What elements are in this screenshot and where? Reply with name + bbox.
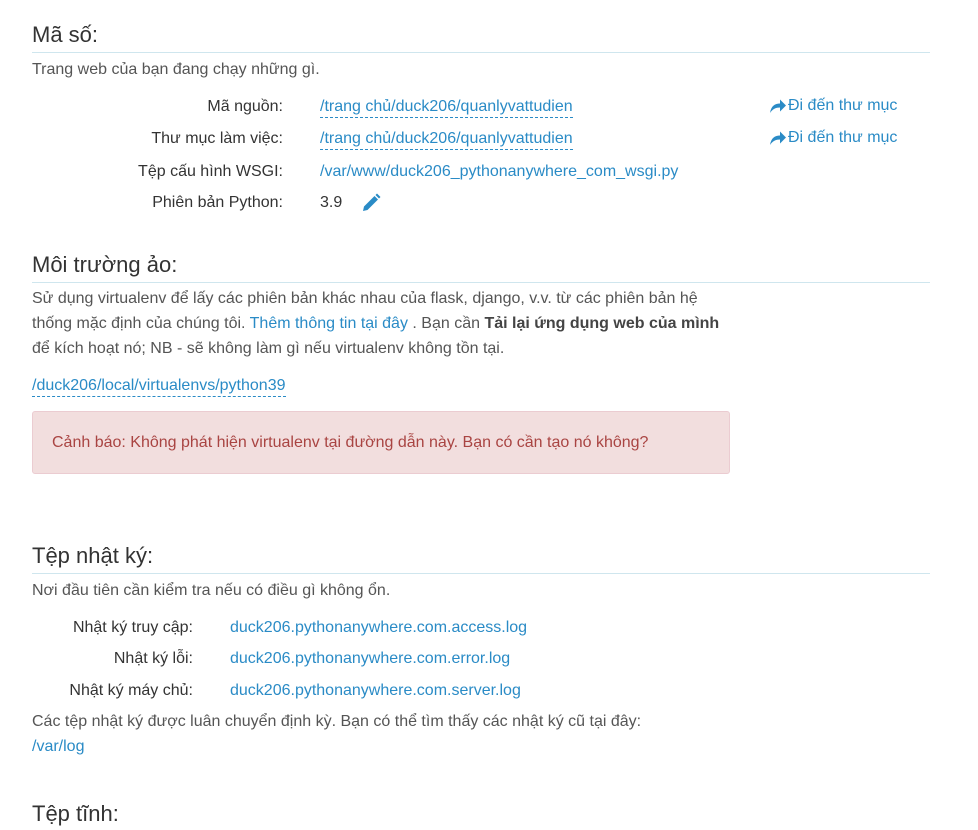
share-arrow-icon <box>770 131 786 145</box>
virtualenv-warning-text: Cảnh báo: Không phát hiện virtualenv tại… <box>52 434 649 451</box>
server-log-link[interactable]: duck206.pythonanywhere.com.server.log <box>230 682 521 700</box>
error-log-link[interactable]: duck206.pythonanywhere.com.error.log <box>230 650 510 668</box>
virtualenv-path-link[interactable]: /duck206/local/virtualenvs/python39 <box>32 377 286 397</box>
logs-heading: Tệp nhật ký: <box>32 543 154 568</box>
share-arrow-icon <box>770 99 786 113</box>
working-goto-directory-label: Đi đến thư mục <box>788 129 898 146</box>
working-directory-label: Thư mục làm việc: <box>151 130 283 147</box>
log-rotation-note: Các tệp nhật ký được luân chuyển định kỳ… <box>32 713 642 730</box>
logs-divider <box>32 573 930 574</box>
server-log-label: Nhật ký máy chủ: <box>69 682 193 699</box>
virtualenv-divider <box>32 282 930 283</box>
wsgi-config-file-link[interactable]: /var/www/duck206_pythonanywhere_com_wsgi… <box>320 163 678 181</box>
access-log-link[interactable]: duck206.pythonanywhere.com.access.log <box>230 619 527 637</box>
access-log-label: Nhật ký truy cập: <box>72 619 193 636</box>
working-goto-directory-link[interactable]: Đi đến thư mục <box>769 129 897 147</box>
python-version-label: Phiên bản Python: <box>152 194 283 211</box>
virtualenv-description: Sử dụng virtualenv để lấy các phiên bản … <box>32 286 732 361</box>
error-log-label: Nhật ký lỗi: <box>113 650 193 667</box>
code-divider <box>32 52 930 53</box>
old-logs-link[interactable]: /var/log <box>32 738 84 756</box>
virtualenv-text-2: . Bạn cần <box>412 315 481 332</box>
wsgi-config-label: Tệp cấu hình WSGI: <box>138 163 283 180</box>
working-directory-path-link[interactable]: /trang chủ/duck206/quanlyvattudien <box>320 130 573 150</box>
reload-webapp-text: Tải lại ứng dụng web của mình <box>484 315 720 332</box>
source-goto-directory-link[interactable]: Đi đến thư mục <box>769 97 897 115</box>
pencil-icon[interactable] <box>361 193 381 218</box>
more-info-link[interactable]: Thêm thông tin tại đây <box>250 315 408 332</box>
virtualenv-text-3: để kích hoạt nó; NB - sẽ không làm gì nế… <box>32 340 505 357</box>
source-code-path-link[interactable]: /trang chủ/duck206/quanlyvattudien <box>320 98 573 118</box>
virtualenv-heading: Môi trường ảo: <box>32 252 178 277</box>
source-code-label: Mã nguồn: <box>207 98 283 115</box>
python-version-value: 3.9 <box>320 194 343 211</box>
virtualenv-warning-alert: Cảnh báo: Không phát hiện virtualenv tại… <box>32 411 730 474</box>
code-heading: Mã số: <box>32 22 99 47</box>
static-files-heading: Tệp tĩnh: <box>32 801 119 826</box>
code-description: Trang web của bạn đang chạy những gì. <box>32 61 320 78</box>
logs-description: Nơi đầu tiên cần kiểm tra nếu có điều gì… <box>32 582 391 599</box>
source-goto-directory-label: Đi đến thư mục <box>788 97 898 114</box>
